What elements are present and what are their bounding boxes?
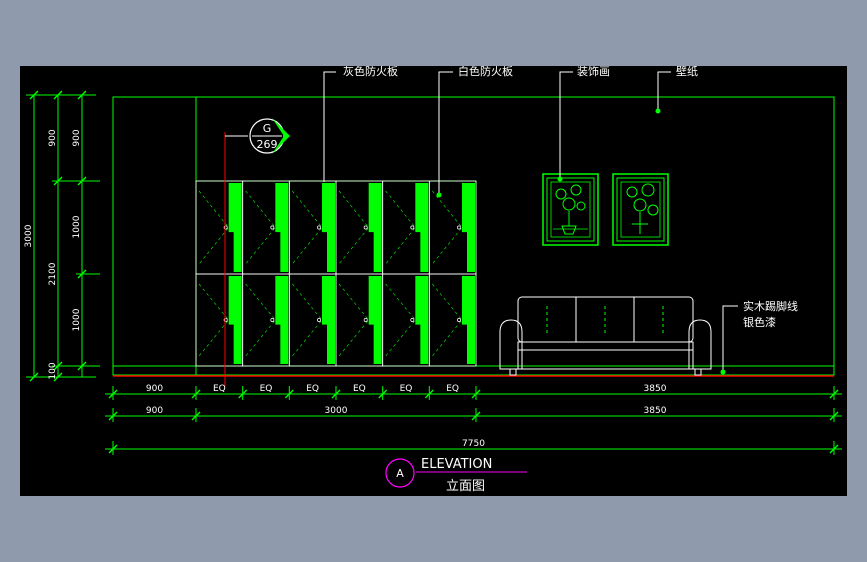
gray-fire-board-panel bbox=[322, 183, 335, 272]
section-tag-bottom: 269 bbox=[257, 138, 278, 151]
door-knob bbox=[457, 318, 461, 322]
section-tag-top: G bbox=[263, 122, 272, 135]
dim-v-1000-upper: 1000 bbox=[72, 215, 82, 238]
dim-label: 3000 bbox=[325, 406, 348, 416]
label-white-board: 白色防火板 bbox=[458, 66, 513, 78]
dim-label: EQ bbox=[306, 384, 319, 394]
drawing-canvas[interactable]: G 269 灰色防火板 白色防火板 装饰画 壁纸 实木踢脚线 银色漆 3000 … bbox=[20, 66, 847, 496]
title-block: A ELEVATION 立面图 bbox=[385, 457, 527, 494]
title-name: ELEVATION bbox=[421, 457, 492, 472]
dim-label: 3850 bbox=[644, 384, 667, 394]
gray-fire-board-panel bbox=[368, 183, 382, 272]
door-knob bbox=[317, 318, 321, 322]
dim-label: 900 bbox=[146, 406, 163, 416]
door-knob bbox=[270, 318, 275, 322]
door-knob bbox=[363, 318, 368, 322]
title-subtitle: 立面图 bbox=[446, 479, 485, 494]
dim-label: 900 bbox=[146, 384, 163, 394]
dim-label: EQ bbox=[353, 384, 366, 394]
door-knob bbox=[270, 225, 275, 230]
dim-v-2100: 2100 bbox=[48, 262, 58, 285]
decorative-painting-left bbox=[542, 173, 599, 246]
door-knob bbox=[363, 225, 368, 230]
label-wallpaper: 壁纸 bbox=[676, 66, 698, 78]
label-gray-board: 灰色防火板 bbox=[343, 66, 398, 78]
door-knob bbox=[317, 225, 321, 230]
decorative-painting-right bbox=[612, 173, 669, 246]
dim-label: 7750 bbox=[462, 439, 485, 449]
dim-v-1000-lower: 1000 bbox=[72, 308, 82, 331]
sofa bbox=[499, 296, 712, 376]
gray-fire-board-panel bbox=[415, 276, 429, 364]
dim-label: 3850 bbox=[644, 406, 667, 416]
cad-viewport: G 269 灰色防火板 白色防火板 装饰画 壁纸 实木踢脚线 银色漆 3000 … bbox=[0, 0, 867, 562]
fire-board-cabinet bbox=[195, 180, 477, 367]
label-skirting-line: 实木踢脚线 bbox=[743, 299, 798, 313]
gray-fire-board-panel bbox=[228, 276, 242, 364]
door-knob bbox=[410, 318, 415, 322]
dim-label: EQ bbox=[213, 384, 226, 394]
dim-label: EQ bbox=[446, 384, 459, 394]
dim-label: EQ bbox=[260, 384, 273, 394]
label-silver-paint: 银色漆 bbox=[743, 315, 776, 329]
label-decor-painting: 装饰画 bbox=[577, 66, 610, 78]
dim-v-total: 3000 bbox=[24, 224, 34, 247]
gray-fire-board-panel bbox=[368, 276, 382, 364]
gray-fire-board-panel bbox=[275, 276, 289, 364]
door-knob bbox=[457, 225, 461, 230]
dim-v-900: 900 bbox=[48, 129, 58, 146]
annotation-leaders bbox=[323, 71, 738, 372]
gray-fire-board-panel bbox=[462, 276, 475, 364]
gray-fire-board-panel bbox=[462, 183, 475, 272]
elevation-drawing: G 269 灰色防火板 白色防火板 装饰画 壁纸 实木踢脚线 银色漆 3000 … bbox=[24, 66, 842, 494]
dim-v-900b: 900 bbox=[72, 129, 82, 146]
door-knob bbox=[410, 225, 415, 230]
vertical-dimensions bbox=[26, 94, 100, 378]
title-tag: A bbox=[396, 467, 404, 480]
gray-fire-board-panel bbox=[275, 183, 289, 272]
dim-v-100: 100 bbox=[48, 362, 58, 379]
gray-fire-board-panel bbox=[415, 183, 429, 272]
dim-label: EQ bbox=[400, 384, 413, 394]
gray-fire-board-panel bbox=[322, 276, 335, 364]
horizontal-dimensions: 900 EQ EQ EQ EQ EQ EQ 3850 900 3000 3850 7750 bbox=[105, 384, 842, 455]
gray-fire-board-panel bbox=[228, 183, 242, 272]
